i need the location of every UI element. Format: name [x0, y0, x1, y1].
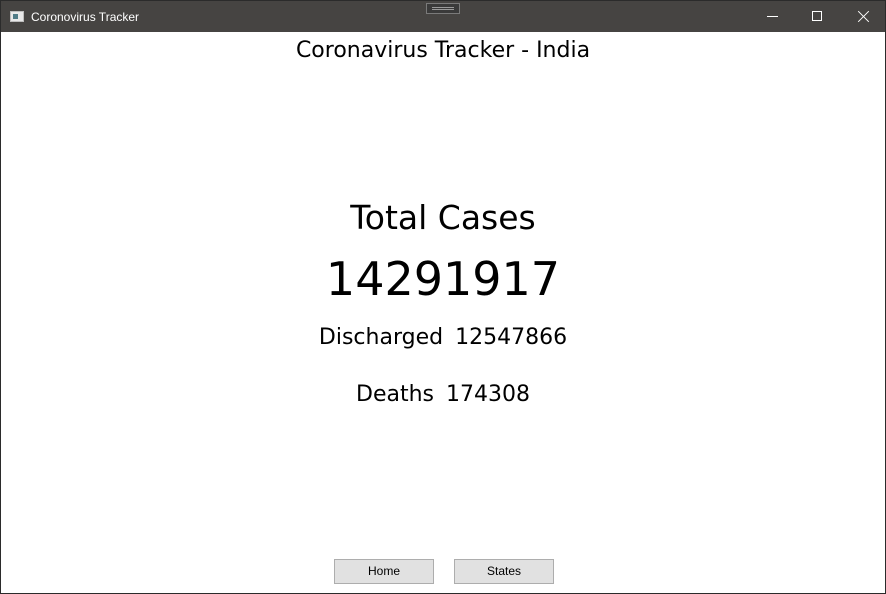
home-button[interactable]: Home — [334, 559, 434, 584]
total-cases-label: Total Cases — [350, 198, 536, 237]
page-title: Coronavirus Tracker - India — [295, 38, 591, 63]
discharged-value: 12547866 — [455, 325, 568, 350]
close-button[interactable] — [841, 1, 886, 32]
deaths-label: Deaths — [356, 382, 434, 407]
total-cases-value: 14291917 — [325, 252, 561, 306]
app-window: Coronovirus Tracker Coronavirus Tracker … — [0, 0, 886, 594]
deaths-row: Deaths 174308 — [1, 381, 885, 409]
window-title: Coronovirus Tracker — [31, 10, 140, 24]
discharged-label: Discharged — [318, 325, 444, 350]
maximize-button[interactable] — [795, 1, 841, 32]
title-bar[interactable]: Coronovirus Tracker — [1, 1, 885, 32]
minimize-icon — [767, 16, 778, 17]
minimize-button[interactable] — [749, 1, 795, 32]
maximize-icon — [812, 11, 822, 21]
discharged-row: Discharged 12547866 — [1, 324, 885, 352]
close-icon — [857, 10, 870, 23]
app-window-icon — [10, 11, 24, 22]
states-button[interactable]: States — [454, 559, 554, 584]
deaths-value: 174308 — [446, 382, 530, 407]
drag-grip-icon[interactable] — [426, 3, 460, 14]
